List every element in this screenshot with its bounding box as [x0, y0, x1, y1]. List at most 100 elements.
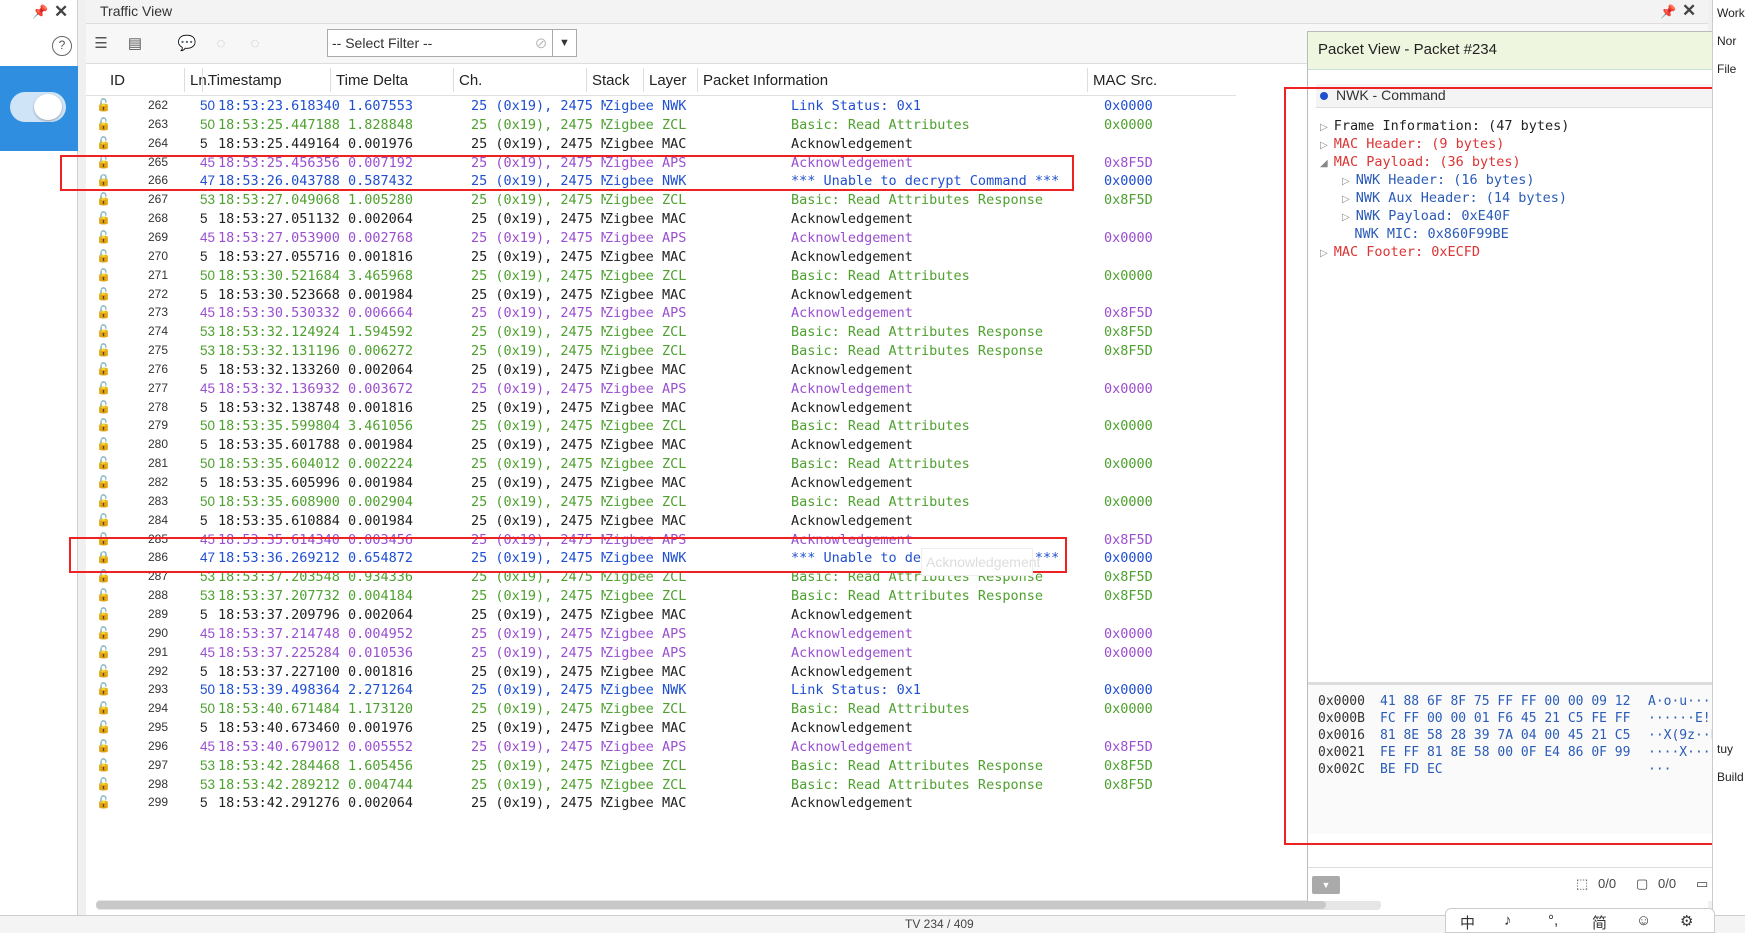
- row-mac-src: 0x0000: [1104, 229, 1153, 246]
- table-row[interactable]: 🔓 284 5 18:53:35.610884 0.001984 25 (0x19), 2…: [86, 511, 1236, 532]
- table-row[interactable]: 🔓 297 53 18:53:42.284468 1.605456 25 (0x19), …: [86, 756, 1236, 777]
- row-length: 5: [200, 720, 208, 736]
- column-header[interactable]: Stack: [592, 72, 630, 89]
- comment-icon[interactable]: 💬: [176, 34, 198, 54]
- table-row[interactable]: 🔓 293 50 18:53:39.498364 2.271264 25 (0x19), …: [86, 680, 1236, 701]
- column-separator[interactable]: [184, 68, 185, 92]
- row-lock-icon: 🔓: [96, 606, 111, 621]
- table-row[interactable]: 🔓 263 50 18:53:25.447188 1.828848 25 (0x19), …: [86, 115, 1236, 136]
- row-stack: Zigbee: [605, 475, 654, 491]
- table-row[interactable]: 🔓 270 5 18:53:27.055716 0.001816 25 (0x19), 2…: [86, 247, 1236, 268]
- row-layer: MAC: [662, 795, 687, 812]
- row-packet-info: Acknowledgement: [791, 663, 913, 680]
- highlight-box: [1284, 87, 1745, 845]
- table-row[interactable]: 🔓 296 45 18:53:40.679012 0.005552 25 (0x19), …: [86, 737, 1236, 758]
- row-lock-icon: 🔓: [96, 456, 111, 471]
- table-row[interactable]: 🔓 277 45 18:53:32.136932 0.003672 25 (0x19), …: [86, 379, 1236, 400]
- highlight-box: [69, 537, 1067, 573]
- table-row[interactable]: 🔓 271 50 18:53:30.521684 3.465968 25 (0x19), …: [86, 266, 1236, 287]
- row-id: 277: [147, 380, 168, 395]
- table-row[interactable]: 🔓 298 53 18:53:42.289212 0.004744 25 (0x19), …: [86, 775, 1236, 796]
- row-time-delta: 0.006272: [348, 343, 414, 360]
- horizontal-scrollbar[interactable]: [96, 900, 1381, 910]
- chevron-down-icon[interactable]: ▼: [552, 30, 576, 56]
- row-channel: 25 (0x19), 2475 M: [471, 361, 606, 378]
- table-row[interactable]: 🔓 274 53 18:53:32.124924 1.594592 25 (0x19), …: [86, 322, 1236, 343]
- comment-next-icon[interactable]: ◌: [244, 34, 266, 54]
- row-mac-src: 0x8F5D: [1104, 154, 1153, 171]
- row-length: 53: [200, 588, 216, 604]
- column-separator[interactable]: [643, 68, 644, 92]
- column-header[interactable]: Ch.: [459, 72, 482, 89]
- close-icon[interactable]: ✕: [54, 2, 68, 22]
- scroll-thumb[interactable]: [96, 901, 1326, 909]
- column-header[interactable]: Time Delta: [336, 72, 408, 89]
- table-row[interactable]: 🔓 279 50 18:53:35.599804 3.461056 25 (0x19), …: [86, 416, 1236, 437]
- table-row[interactable]: 🔓 292 5 18:53:37.227100 0.001816 25 (0x19), 2…: [86, 662, 1236, 683]
- toggle-knob[interactable]: [34, 94, 62, 120]
- row-channel: 25 (0x19), 2475 M: [471, 324, 606, 341]
- row-mac-src: 0x8F5D: [1104, 776, 1153, 793]
- table-row[interactable]: 🔓 289 5 18:53:37.209796 0.002064 25 (0x19), 2…: [86, 605, 1236, 626]
- row-channel: 25 (0x19), 2475 M: [471, 456, 606, 473]
- column-header[interactable]: ID: [110, 72, 125, 89]
- row-time-delta: 3.465968: [348, 267, 414, 284]
- column-separator[interactable]: [697, 68, 698, 92]
- table-row[interactable]: 🔓 283 50 18:53:35.608900 0.002904 25 (0x19), …: [86, 492, 1236, 513]
- row-time-delta: 0.001984: [348, 475, 414, 491]
- column-separator[interactable]: [1087, 68, 1088, 92]
- table-row[interactable]: 🔓 264 5 18:53:25.449164 0.001976 25 (0x19), 2…: [86, 134, 1236, 155]
- table-row[interactable]: 🔓 275 53 18:53:32.131196 0.006272 25 (0x19), …: [86, 341, 1236, 362]
- table-row[interactable]: 🔓 288 53 18:53:37.207732 0.004184 25 (0x19), …: [86, 586, 1236, 607]
- row-timestamp: 18:53:35.610884: [218, 512, 340, 529]
- row-channel: 25 (0x19), 2475 M: [471, 192, 606, 209]
- table-row[interactable]: 🔓 290 45 18:53:37.214748 0.004952 25 (0x19), …: [86, 624, 1236, 645]
- row-time-delta: 0.003672: [348, 380, 414, 397]
- table-row[interactable]: 🔓 295 5 18:53:40.673460 0.001976 25 (0x19), 2…: [86, 718, 1236, 739]
- ime-mode-icon[interactable]: °,: [1548, 912, 1558, 929]
- table-row[interactable]: 🔓 280 5 18:53:35.601788 0.001984 25 (0x19), 2…: [86, 435, 1236, 456]
- table-row[interactable]: 🔓 272 5 18:53:30.523668 0.001984 25 (0x19), 2…: [86, 285, 1236, 306]
- ime-chinese-icon[interactable]: 中: [1460, 912, 1475, 933]
- table-row[interactable]: 🔓 273 45 18:53:30.530332 0.006664 25 (0x19), …: [86, 303, 1236, 324]
- table-row[interactable]: 🔓 281 50 18:53:35.604012 0.002224 25 (0x19), …: [86, 454, 1236, 475]
- table-row[interactable]: 🔓 269 45 18:53:27.053900 0.002768 25 (0x19), …: [86, 228, 1236, 249]
- column-separator[interactable]: [330, 68, 331, 92]
- row-lock-icon: 🔓: [96, 135, 111, 150]
- ime-simplified-icon[interactable]: 简: [1592, 912, 1607, 933]
- comment-prev-icon[interactable]: ◌: [210, 34, 232, 54]
- table-row[interactable]: 🔓 267 53 18:53:27.049068 1.005280 25 (0x19), …: [86, 190, 1236, 211]
- filter-clear-icon[interactable]: ⊘: [530, 34, 552, 54]
- column-separator[interactable]: [202, 68, 203, 92]
- close-icon[interactable]: ✕: [1682, 1, 1696, 21]
- ime-punct-icon[interactable]: ♪: [1504, 912, 1512, 929]
- row-timestamp: 18:53:40.671484: [218, 701, 340, 718]
- row-layer: ZCL: [662, 267, 687, 284]
- pin-icon[interactable]: 📌: [1660, 4, 1676, 20]
- table-row[interactable]: 🔓 299 5 18:53:42.291276 0.002064 25 (0x19), 2…: [86, 793, 1236, 814]
- column-header[interactable]: Layer: [649, 72, 687, 89]
- table-row[interactable]: 🔓 262 50 18:53:23.618340 1.607553 25 (0x19), …: [86, 96, 1236, 117]
- column-header[interactable]: Packet Information: [703, 72, 828, 89]
- row-layer: APS: [662, 380, 687, 397]
- table-row[interactable]: 🔓 276 5 18:53:32.133260 0.002064 25 (0x19), 2…: [86, 360, 1236, 381]
- table-row[interactable]: 🔓 268 5 18:53:27.051132 0.002064 25 (0x19), 2…: [86, 209, 1236, 230]
- row-lock-icon: 🔓: [96, 361, 111, 376]
- table-row[interactable]: 🔓 282 5 18:53:35.605996 0.001984 25 (0x19), 2…: [86, 473, 1236, 494]
- column-header[interactable]: MAC Src.: [1093, 72, 1157, 89]
- help-icon[interactable]: ?: [52, 36, 72, 56]
- detail-view-icon[interactable]: ▤: [124, 34, 146, 54]
- ime-settings-icon[interactable]: ⚙: [1680, 912, 1693, 930]
- pin-icon[interactable]: 📌: [32, 4, 48, 20]
- ime-emoji-icon[interactable]: ☺: [1636, 912, 1651, 929]
- toggle-switch[interactable]: [0, 66, 78, 151]
- table-row[interactable]: 🔓 294 50 18:53:40.671484 1.173120 25 (0x19), …: [86, 699, 1236, 720]
- table-row[interactable]: 🔓 291 45 18:53:37.225284 0.010536 25 (0x19), …: [86, 643, 1236, 664]
- row-stack: Zigbee: [605, 757, 654, 774]
- column-separator[interactable]: [586, 68, 587, 92]
- list-view-icon[interactable]: ☰: [90, 34, 112, 54]
- chevron-down-icon[interactable]: ▼: [1312, 876, 1340, 894]
- table-row[interactable]: 🔓 278 5 18:53:32.138748 0.001816 25 (0x19), 2…: [86, 398, 1236, 419]
- column-header[interactable]: Timestamp: [208, 72, 282, 89]
- column-separator[interactable]: [453, 68, 454, 92]
